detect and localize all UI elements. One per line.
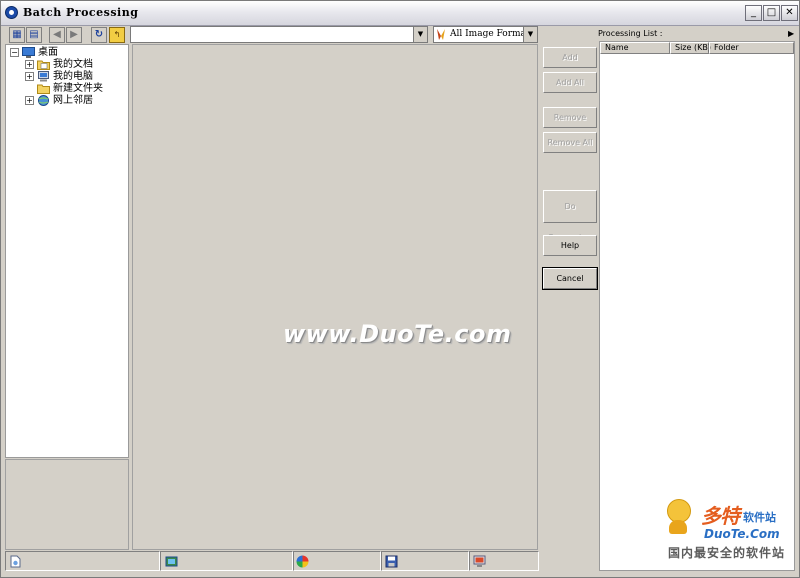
folder-tree[interactable]: − 桌面 + 我的文档 + 我的电脑 新建文件夹 + 网上邻居 xyxy=(5,44,129,458)
collapse-icon[interactable]: − xyxy=(10,48,19,57)
status-cell-2 xyxy=(160,551,293,571)
processing-list-label: Processing List : xyxy=(598,29,663,38)
tree-item-label: 桌面 xyxy=(38,47,58,58)
forward-arrow-icon[interactable]: ▶ xyxy=(66,27,82,43)
document-icon xyxy=(10,555,21,568)
status-cell-4 xyxy=(381,551,469,571)
app-icon xyxy=(5,6,18,19)
image-size-icon xyxy=(165,556,178,567)
path-dropdown-arrow-icon[interactable]: ▼ xyxy=(413,27,427,42)
format-filter-value: All Image Format xyxy=(450,29,530,39)
color-wheel-icon xyxy=(296,555,309,568)
add-all-button[interactable]: Add All xyxy=(543,72,597,93)
remove-button[interactable]: Remove xyxy=(543,107,597,128)
cancel-button[interactable]: Cancel xyxy=(542,267,598,290)
back-arrow-icon[interactable]: ◀ xyxy=(49,27,65,43)
expand-icon[interactable]: + xyxy=(25,72,34,81)
format-dropdown-arrow-icon[interactable]: ▼ xyxy=(523,27,537,42)
logo-url: DuoTe.Com xyxy=(704,527,780,541)
tree-item-label: 我的电脑 xyxy=(53,71,93,82)
refresh-icon[interactable]: ↻ xyxy=(91,27,107,43)
minimize-button[interactable]: _ xyxy=(745,5,762,21)
save-disk-icon xyxy=(385,555,398,568)
folder-icon xyxy=(37,84,50,94)
close-button[interactable]: ✕ xyxy=(781,5,798,21)
duote-logo: 多特 软件站 DuoTe.Com 国内最安全的软件站 xyxy=(661,496,799,571)
expand-arrow-icon[interactable]: ▶ xyxy=(788,29,794,38)
tree-item-label: 新建文件夹 xyxy=(53,83,103,94)
status-bar xyxy=(5,551,539,571)
remove-all-button[interactable]: Remove All xyxy=(543,132,597,153)
up-folder-icon[interactable]: ↰ xyxy=(109,27,125,43)
folder-documents-icon xyxy=(37,60,50,70)
toolbar: ▦ ▤ ◀ ▶ ↻ ↰ ▼ All Image Format ▼ xyxy=(1,26,541,44)
processing-list-header: Name Size (KB) Folder xyxy=(600,42,794,54)
column-header-folder[interactable]: Folder xyxy=(709,42,794,54)
expand-icon[interactable]: + xyxy=(25,60,34,69)
tree-item-label: 我的文档 xyxy=(53,59,93,70)
mascot-body-icon xyxy=(669,520,687,534)
batch-processing-window: Batch Processing _ □ ✕ ▦ ▤ ◀ ▶ ↻ ↰ ▼ All… xyxy=(0,0,800,578)
window-title: Batch Processing xyxy=(23,6,139,19)
status-cell-3 xyxy=(293,551,381,571)
processing-list[interactable]: Name Size (KB) Folder xyxy=(599,41,795,571)
filter-brush-icon xyxy=(437,29,445,40)
do-processing-button[interactable]: Do Processing xyxy=(543,190,597,242)
logo-tagline: 国内最安全的软件站 xyxy=(668,546,786,560)
column-header-size[interactable]: Size (KB) xyxy=(670,42,711,54)
logo-sub: 软件站 xyxy=(743,511,776,524)
preview-pane xyxy=(5,459,129,550)
logo-brand: 多特 xyxy=(701,504,740,528)
status-cell-1 xyxy=(5,551,160,571)
watermark-text: www.DuoTe.com xyxy=(283,320,512,348)
view-large-icon[interactable]: ▦ xyxy=(9,27,25,43)
computer-icon xyxy=(38,71,49,82)
display-icon xyxy=(473,555,486,567)
network-globe-icon xyxy=(38,95,49,106)
title-bar: Batch Processing _ □ ✕ xyxy=(1,1,799,26)
path-combobox[interactable]: ▼ xyxy=(130,26,428,43)
expand-icon[interactable]: + xyxy=(25,96,34,105)
view-list-icon[interactable]: ▤ xyxy=(26,27,42,43)
desktop-icon xyxy=(22,47,35,58)
thumbnail-area[interactable]: www.DuoTe.com xyxy=(132,44,538,550)
maximize-button[interactable]: □ xyxy=(763,5,780,21)
tree-item-label: 网上邻居 xyxy=(53,95,93,106)
help-button[interactable]: Help xyxy=(543,235,597,256)
status-cell-5 xyxy=(469,551,539,571)
column-header-name[interactable]: Name xyxy=(600,42,670,54)
add-button[interactable]: Add xyxy=(543,47,597,68)
format-filter-combobox[interactable]: All Image Format ▼ xyxy=(433,26,538,43)
